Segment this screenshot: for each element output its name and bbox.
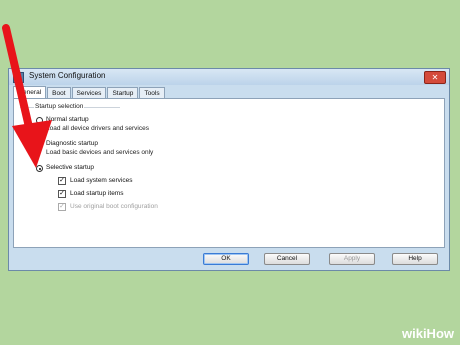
red-arrow-annotation: [2, 24, 52, 168]
arrow-shaft: [2, 24, 36, 144]
arrow-head: [12, 120, 52, 168]
wikihow-watermark: wikiHow: [401, 326, 454, 341]
